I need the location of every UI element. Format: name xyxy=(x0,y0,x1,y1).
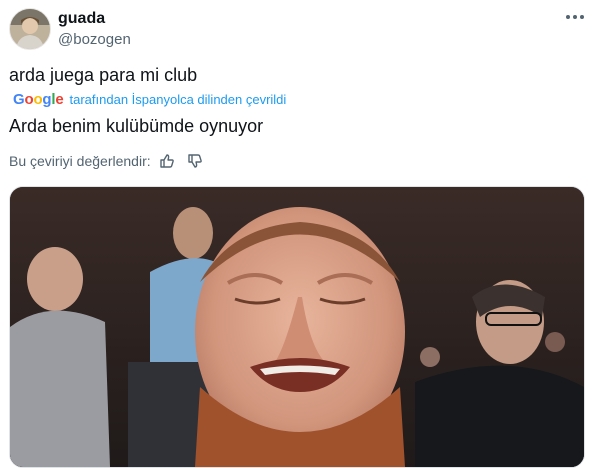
translated-text: Arda benim kulübümde oynuyor xyxy=(9,116,264,136)
thumb-down-icon[interactable] xyxy=(187,153,203,169)
tweet-media-image[interactable] xyxy=(9,186,585,468)
more-horizontal-icon[interactable] xyxy=(564,10,586,24)
translation-attribution[interactable]: Google tarafından İspanyolca dilinden çe… xyxy=(13,91,286,108)
tweet-text: arda juega para mi club xyxy=(9,65,198,85)
rate-label: Bu çeviriyi değerlendir: xyxy=(9,153,151,169)
display-name[interactable]: guada xyxy=(58,10,105,28)
user-handle[interactable]: @bozogen xyxy=(58,31,131,48)
video-still xyxy=(10,187,584,467)
avatar[interactable] xyxy=(9,8,51,50)
thumb-up-icon[interactable] xyxy=(159,153,175,169)
translated-by-text[interactable]: tarafından İspanyolca dilinden çevrildi xyxy=(70,92,287,107)
rate-translation: Bu çeviriyi değerlendir: xyxy=(9,153,203,169)
google-logo: Google xyxy=(13,91,64,108)
avatar-image xyxy=(10,9,50,49)
